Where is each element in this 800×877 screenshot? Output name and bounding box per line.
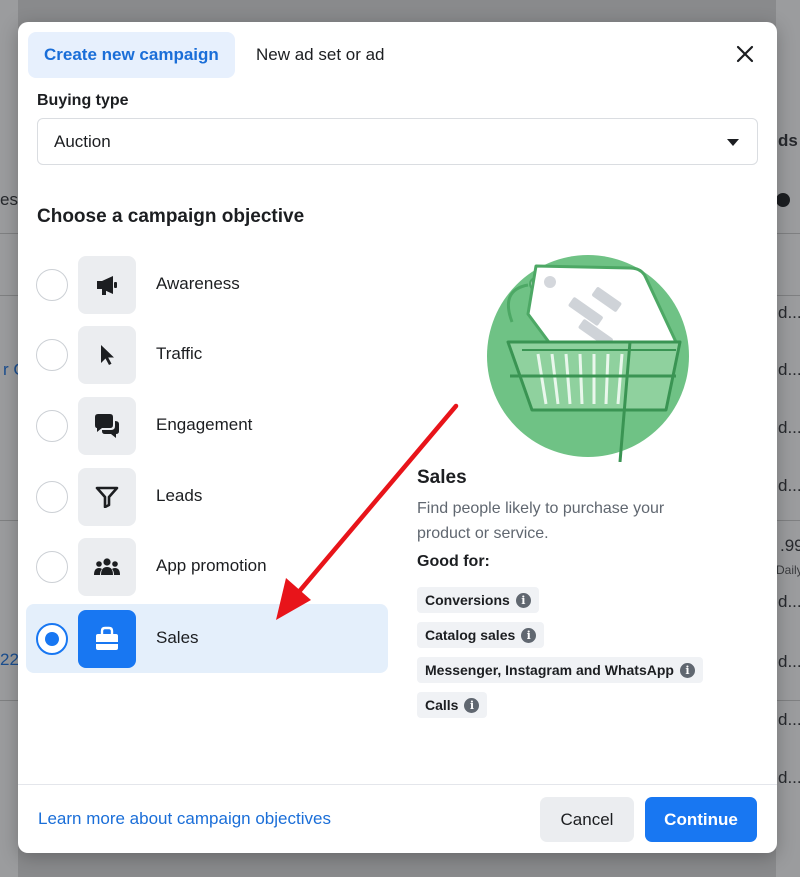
objective-option-traffic[interactable]: Traffic bbox=[26, 320, 388, 389]
create-campaign-dialog: Create new campaign New ad set or ad Buy… bbox=[18, 22, 777, 853]
cancel-button[interactable]: Cancel bbox=[540, 797, 634, 842]
objective-option-sales[interactable]: Sales bbox=[26, 604, 388, 673]
tab-label: Create new campaign bbox=[44, 45, 219, 64]
good-for-chip: Calls i bbox=[417, 692, 488, 718]
objective-option-app-promotion[interactable]: App promotion bbox=[26, 532, 388, 601]
objective-option-engagement[interactable]: Engagement bbox=[26, 391, 388, 460]
info-icon[interactable]: i bbox=[521, 627, 537, 643]
cursor-icon bbox=[78, 326, 136, 384]
background-text: d... bbox=[778, 360, 800, 379]
objective-label: Awareness bbox=[156, 274, 240, 293]
good-for-label: Good for: bbox=[417, 553, 490, 570]
good-for-chip: Messenger, Instagram and WhatsApp i bbox=[417, 657, 703, 683]
tab-label: New ad set or ad bbox=[256, 45, 385, 64]
radio-button-checked[interactable] bbox=[36, 623, 68, 655]
good-for-chip: Conversions i bbox=[417, 587, 539, 613]
objective-option-leads[interactable]: Leads bbox=[26, 462, 388, 531]
background-text: d... bbox=[778, 476, 800, 495]
radio-button[interactable] bbox=[36, 339, 68, 371]
shopping-bag-icon bbox=[78, 610, 136, 668]
continue-button[interactable]: Continue bbox=[645, 797, 757, 842]
info-icon[interactable]: i bbox=[679, 662, 695, 678]
chip-label: Calls bbox=[425, 697, 459, 713]
background-text: d... bbox=[778, 768, 800, 787]
close-button[interactable] bbox=[731, 40, 759, 68]
tab-new-ad-set-or-ad[interactable]: New ad set or ad bbox=[240, 32, 401, 78]
buying-type-value: Auction bbox=[54, 131, 111, 151]
info-icon[interactable]: i bbox=[464, 697, 480, 713]
objective-label: Leads bbox=[156, 486, 203, 505]
learn-more-link[interactable]: Learn more about campaign objectives bbox=[38, 809, 331, 829]
info-icon[interactable]: i bbox=[515, 592, 531, 608]
background-text: Daily bbox=[776, 563, 800, 577]
caret-down-icon bbox=[727, 139, 739, 146]
background-text: d... bbox=[778, 418, 800, 437]
objective-detail-description: Find people likely to purchase your prod… bbox=[417, 500, 665, 542]
buying-type-label: Buying type bbox=[37, 92, 129, 109]
good-for-chip: Catalog sales i bbox=[417, 622, 545, 648]
objective-section-title: Choose a campaign objective bbox=[37, 206, 305, 227]
objective-label: Sales bbox=[156, 628, 199, 647]
footer-divider bbox=[18, 784, 777, 785]
background-text: d... bbox=[778, 710, 800, 729]
radio-button[interactable] bbox=[36, 269, 68, 301]
chip-label: Messenger, Instagram and WhatsApp bbox=[425, 662, 674, 678]
continue-button-label: Continue bbox=[664, 809, 738, 829]
close-icon bbox=[736, 45, 754, 63]
objective-detail-title: Sales bbox=[417, 467, 467, 488]
cancel-button-label: Cancel bbox=[560, 809, 614, 829]
radio-button[interactable] bbox=[36, 551, 68, 583]
objective-label: Engagement bbox=[156, 415, 253, 434]
buying-type-select[interactable]: Auction bbox=[37, 118, 758, 165]
background-text: d... bbox=[778, 592, 800, 611]
background-icon bbox=[776, 193, 790, 207]
people-icon bbox=[78, 538, 136, 596]
background-text: d... bbox=[778, 652, 800, 671]
chip-label: Catalog sales bbox=[425, 627, 516, 643]
megaphone-icon bbox=[78, 256, 136, 314]
chip-label: Conversions bbox=[425, 592, 510, 608]
background-text: .99 bbox=[780, 536, 800, 555]
tab-create-new-campaign[interactable]: Create new campaign bbox=[28, 32, 235, 78]
background-left-column bbox=[0, 0, 18, 877]
background-text: d... bbox=[778, 303, 800, 322]
objective-label: App promotion bbox=[156, 556, 267, 575]
funnel-icon bbox=[78, 468, 136, 526]
background-text: ds bbox=[778, 131, 798, 150]
objective-label: Traffic bbox=[156, 344, 203, 363]
radio-button[interactable] bbox=[36, 481, 68, 513]
objective-option-awareness[interactable]: Awareness bbox=[26, 250, 388, 319]
sales-illustration bbox=[487, 255, 689, 462]
chat-bubbles-icon bbox=[78, 397, 136, 455]
radio-button[interactable] bbox=[36, 410, 68, 442]
